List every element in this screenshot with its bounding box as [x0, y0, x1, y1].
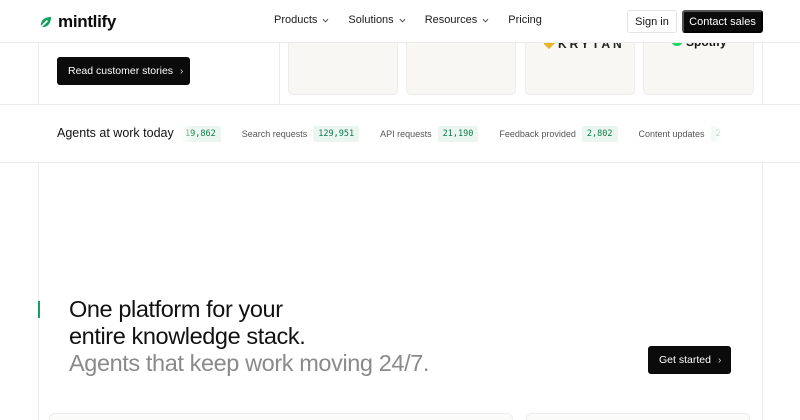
metric-value: 21,190 [437, 126, 479, 142]
metric-value: 2,802 [581, 126, 618, 142]
mintlify-logo[interactable]: mintlify [38, 12, 116, 32]
chevron-right-icon: › [717, 354, 722, 366]
metric-item: API requests 21,190 [380, 126, 479, 142]
stats-title: Agents at work today [57, 126, 174, 140]
nav-resources-label: Resources [424, 14, 478, 26]
metric-value: 129,951 [313, 126, 360, 142]
metric-label: Feedback provided [499, 129, 576, 139]
top-navigation: mintlify Products Solutions Resources Pr… [0, 0, 800, 43]
nav-solutions[interactable]: Solutions [348, 14, 406, 26]
metric-item: 19,862 [180, 126, 221, 142]
nav-products-label: Products [274, 14, 318, 26]
hero-line-1: One platform for your [69, 296, 283, 322]
metric-value: 21 [710, 126, 722, 142]
customer-logo-card[interactable] [406, 43, 516, 95]
nav-products[interactable]: Products [274, 14, 329, 26]
nav-resources[interactable]: Resources [425, 14, 490, 26]
get-started-button[interactable]: Get started › [648, 346, 731, 374]
nav-pricing-label: Pricing [508, 14, 542, 26]
metric-item: Content updates 21 [638, 126, 722, 142]
metric-item: Search requests 129,951 [241, 126, 360, 142]
main-nav: Products Solutions Resources Pricing [274, 14, 542, 26]
chevron-down-icon [399, 18, 406, 22]
metric-value: 19,862 [180, 126, 221, 142]
metric-item: Feedback provided 2,802 [499, 126, 618, 142]
metric-label: API requests [380, 129, 432, 139]
read-customer-stories-button[interactable]: Read customer stories › [57, 57, 190, 85]
right-guide-line-lower [762, 163, 763, 420]
agents-stats-bar: Agents at work today 19,862 Search reque… [0, 104, 800, 163]
feature-card-preview [526, 413, 750, 420]
left-guide-line-lower [38, 163, 39, 420]
hero-line-2: entire knowledge stack. [69, 323, 306, 349]
sign-in-button[interactable]: Sign in [627, 10, 677, 33]
contact-sales-button[interactable]: Contact sales [682, 10, 763, 33]
metric-label: Content updates [638, 129, 705, 139]
get-started-label: Get started [659, 354, 711, 366]
customer-logo-card-krytan[interactable]: KRYTAN [525, 37, 635, 95]
chevron-down-icon [322, 18, 329, 22]
hero-line-3: Agents that keep work moving 24/7. [69, 350, 430, 376]
logo-text: mintlify [58, 12, 117, 31]
read-customer-stories-label: Read customer stories [68, 65, 174, 77]
metrics-ticker: 19,862 Search requests 129,951 API reque… [180, 125, 722, 143]
mintlify-leaf-icon [40, 17, 51, 28]
metric-label: Search requests [241, 129, 308, 139]
nav-pricing[interactable]: Pricing [508, 14, 542, 26]
chevron-right-icon: › [180, 65, 184, 77]
hero-heading: One platform for your entire knowledge s… [69, 296, 429, 377]
customer-logo-card[interactable] [288, 43, 398, 95]
nav-solutions-label: Solutions [348, 14, 394, 26]
feature-card-preview [49, 413, 513, 420]
chevron-down-icon [482, 18, 489, 22]
customer-logo-card-spotify[interactable]: Spotify [643, 35, 754, 95]
accent-bar [38, 301, 40, 318]
